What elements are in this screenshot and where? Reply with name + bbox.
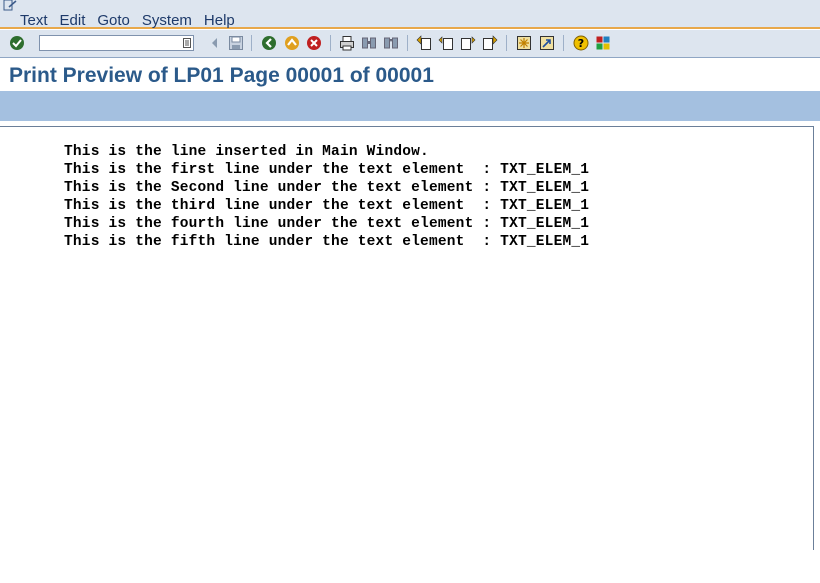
- previous-page-icon[interactable]: [438, 35, 454, 51]
- toolbar-separator: [563, 35, 564, 51]
- shortcut-icon[interactable]: [539, 35, 555, 51]
- preview-line: This is the fifth line under the text el…: [64, 234, 590, 250]
- menu-bar: Text Edit Goto System Help: [0, 0, 820, 29]
- toolbar-separator: [330, 35, 331, 51]
- preview-line: This is the first line under the text el…: [64, 162, 590, 178]
- command-dropdown-icon[interactable]: [183, 38, 191, 48]
- system-menu-icon[interactable]: [3, 0, 19, 12]
- toolbar-separator: [251, 35, 252, 51]
- back-arrow-icon[interactable]: [207, 35, 223, 51]
- back-icon[interactable]: [261, 35, 277, 51]
- preview-line: This is the line inserted in Main Window…: [64, 144, 429, 160]
- help-icon[interactable]: ?: [573, 35, 589, 51]
- print-preview-area[interactable]: This is the line inserted in Main Window…: [0, 126, 814, 550]
- last-page-icon[interactable]: [482, 35, 498, 51]
- preview-text: This is the line inserted in Main Window…: [64, 143, 589, 251]
- next-page-icon[interactable]: [460, 35, 476, 51]
- application-toolbar: [0, 91, 820, 121]
- preview-line: This is the Second line under the text e…: [64, 180, 590, 196]
- customize-layout-icon[interactable]: [595, 35, 611, 51]
- page-title: Print Preview of LP01 Page 00001 of 0000…: [9, 64, 434, 87]
- menu-goto[interactable]: Goto: [97, 12, 130, 29]
- standard-toolbar: ?: [0, 30, 820, 58]
- find-next-icon[interactable]: [383, 35, 399, 51]
- cancel-icon[interactable]: [306, 35, 322, 51]
- first-page-icon[interactable]: [416, 35, 432, 51]
- find-icon[interactable]: [361, 35, 377, 51]
- save-icon[interactable]: [228, 35, 244, 51]
- menu-text[interactable]: Text: [20, 12, 48, 29]
- toolbar-separator: [506, 35, 507, 51]
- menu-edit[interactable]: Edit: [60, 12, 86, 29]
- preview-line: This is the fourth line under the text e…: [64, 216, 590, 232]
- print-icon[interactable]: [339, 35, 355, 51]
- enter-icon[interactable]: [9, 35, 25, 51]
- command-field[interactable]: [39, 35, 194, 53]
- toolbar-separator: [407, 35, 408, 51]
- menu-system[interactable]: System: [142, 12, 192, 29]
- title-bar: Print Preview of LP01 Page 00001 of 0000…: [0, 59, 820, 91]
- command-input[interactable]: [40, 39, 179, 53]
- menu-help[interactable]: Help: [204, 12, 235, 29]
- svg-text:?: ?: [578, 37, 584, 50]
- menu-items: Text Edit Goto System Help: [20, 12, 247, 29]
- exit-icon[interactable]: [284, 35, 300, 51]
- preview-line: This is the third line under the text el…: [64, 198, 590, 214]
- create-session-icon[interactable]: [516, 35, 532, 51]
